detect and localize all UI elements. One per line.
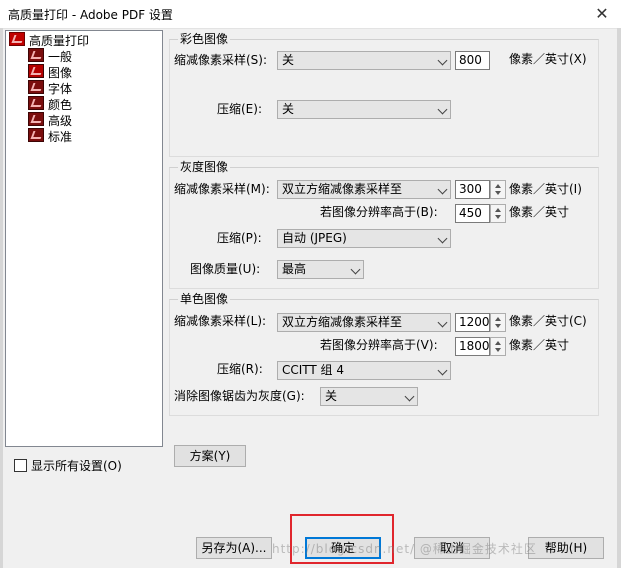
- color-resolution-unit: 像素／英寸(X): [509, 52, 587, 66]
- mono-antialias-label: 消除图像锯齿为灰度(G):: [174, 389, 305, 403]
- tree-item-label: 颜色: [48, 98, 73, 112]
- gray-resolution-spinner[interactable]: [490, 180, 506, 199]
- pdf-icon: [28, 48, 44, 62]
- spinner-down-icon[interactable]: [495, 191, 501, 195]
- show-all-label: 显示所有设置(O): [31, 459, 122, 473]
- tree-item-label: 高级: [48, 114, 73, 128]
- chevron-down-icon: [437, 233, 448, 244]
- select-value: 双立方缩减像素采样至: [282, 182, 403, 196]
- tree-item-fonts[interactable]: 字体: [28, 80, 72, 96]
- mono-downsample-label: 缩减像素采样(L):: [174, 314, 267, 328]
- help-button[interactable]: 帮助(H): [528, 537, 604, 559]
- window-right-edge: [617, 28, 621, 568]
- select-value: 关: [282, 53, 295, 67]
- color-compression-select[interactable]: 关: [277, 100, 451, 119]
- spinner-down-icon[interactable]: [495, 215, 501, 219]
- group-title: 灰度图像: [178, 159, 231, 175]
- gray-above-unit: 像素／英寸: [509, 205, 570, 219]
- mono-compression-select[interactable]: CCITT 组 4: [277, 361, 451, 380]
- chevron-down-icon: [350, 264, 361, 275]
- show-all-settings-checkbox[interactable]: 显示所有设置(O): [14, 458, 122, 474]
- gray-downsample-label: 缩减像素采样(M):: [174, 182, 270, 196]
- pdf-icon: [28, 128, 44, 142]
- select-value: 最高: [282, 262, 307, 276]
- mono-above-input[interactable]: 1800: [455, 337, 490, 356]
- tree-root[interactable]: 高质量打印: [9, 32, 89, 48]
- tree-item-label: 标准: [48, 130, 73, 144]
- gray-resolution-input[interactable]: 300: [455, 180, 490, 199]
- gray-compression-select[interactable]: 自动 (JPEG): [277, 229, 451, 248]
- save-as-button[interactable]: 另存为(A)...: [196, 537, 272, 559]
- tree-item-label: 一般: [48, 50, 73, 64]
- spinner-down-icon[interactable]: [495, 348, 501, 352]
- select-value: CCITT 组 4: [282, 363, 345, 377]
- tree-item-label: 图像: [48, 66, 73, 80]
- mono-resolution-spinner[interactable]: [490, 313, 506, 332]
- gray-quality-label: 图像质量(U):: [190, 262, 261, 276]
- checkbox-box[interactable]: [14, 459, 27, 472]
- select-value: 关: [325, 389, 338, 403]
- spinner-up-icon[interactable]: [495, 317, 501, 321]
- pdf-icon: [28, 80, 44, 94]
- group-title: 彩色图像: [178, 31, 231, 47]
- spinner-down-icon[interactable]: [495, 324, 501, 328]
- chevron-down-icon: [437, 55, 448, 66]
- chevron-down-icon: [437, 184, 448, 195]
- settings-tree[interactable]: 高质量打印 一般 图像 字体 颜色 高级 标准: [5, 30, 163, 447]
- gray-resolution-unit: 像素／英寸(I): [509, 182, 582, 196]
- select-value: 自动 (JPEG): [282, 231, 347, 245]
- chevron-down-icon: [437, 317, 448, 328]
- gray-above-spinner[interactable]: [490, 204, 506, 223]
- close-icon[interactable]: ✕: [591, 3, 613, 25]
- gray-compression-label: 压缩(P):: [217, 231, 262, 245]
- mono-resolution-unit: 像素／英寸(C): [509, 314, 587, 328]
- gray-quality-select[interactable]: 最高: [277, 260, 364, 279]
- group-title: 单色图像: [178, 291, 231, 307]
- window-title: 高质量打印 - Adobe PDF 设置: [8, 8, 173, 22]
- gray-above-label: 若图像分辨率高于(B):: [320, 205, 438, 219]
- mono-compression-label: 压缩(R):: [217, 362, 263, 376]
- tree-item-label: 字体: [48, 82, 73, 96]
- pdf-icon: [28, 112, 44, 126]
- scheme-button[interactable]: 方案(Y): [174, 445, 246, 467]
- tree-item-general[interactable]: 一般: [28, 48, 72, 64]
- color-resolution-input[interactable]: 800: [455, 51, 490, 70]
- tree-item-standards[interactable]: 标准: [28, 128, 72, 144]
- tree-item-color[interactable]: 颜色: [28, 96, 72, 112]
- mono-resolution-input[interactable]: 1200: [455, 313, 490, 332]
- tree-item-advanced[interactable]: 高级: [28, 112, 72, 128]
- pdf-settings-icon: [9, 32, 25, 46]
- watermark: http://blog.csdn.net/ @稀土掘金技术社区: [272, 542, 537, 556]
- tree-root-label: 高质量打印: [29, 34, 90, 48]
- spinner-up-icon[interactable]: [495, 184, 501, 188]
- mono-above-spinner[interactable]: [490, 337, 506, 356]
- mono-above-label: 若图像分辨率高于(V):: [320, 338, 438, 352]
- chevron-down-icon: [437, 104, 448, 115]
- chevron-down-icon: [437, 365, 448, 376]
- mono-antialias-select[interactable]: 关: [320, 387, 418, 406]
- color-compression-label: 压缩(E):: [217, 102, 262, 116]
- window-left-edge: [0, 28, 3, 568]
- folder-open-icon: [28, 64, 44, 78]
- title-bar: 高质量打印 - Adobe PDF 设置 ✕: [0, 0, 621, 29]
- color-downsample-select[interactable]: 关: [277, 51, 451, 70]
- mono-above-unit: 像素／英寸: [509, 338, 570, 352]
- chevron-down-icon: [404, 391, 415, 402]
- gray-above-input[interactable]: 450: [455, 204, 490, 223]
- spinner-up-icon[interactable]: [495, 208, 501, 212]
- pdf-icon: [28, 96, 44, 110]
- color-downsample-label: 缩减像素采样(S):: [174, 53, 268, 67]
- tree-item-images[interactable]: 图像: [28, 64, 72, 80]
- mono-downsample-select[interactable]: 双立方缩减像素采样至: [277, 313, 451, 332]
- gray-downsample-select[interactable]: 双立方缩减像素采样至: [277, 180, 451, 199]
- select-value: 双立方缩减像素采样至: [282, 315, 403, 329]
- spinner-up-icon[interactable]: [495, 341, 501, 345]
- select-value: 关: [282, 102, 295, 116]
